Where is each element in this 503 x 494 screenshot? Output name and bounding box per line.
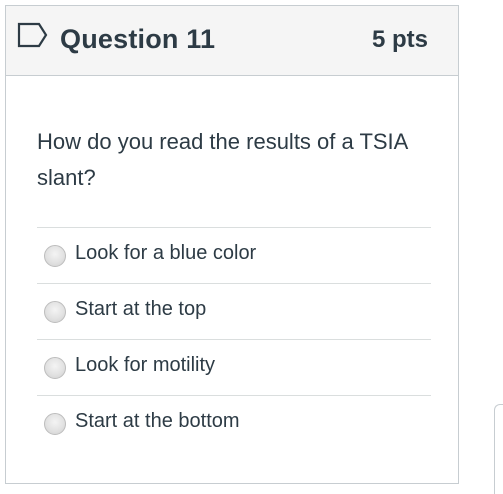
answer-label[interactable]: Look for motility	[75, 354, 215, 377]
answer-list: Look for a blue color Start at the top L…	[37, 227, 431, 451]
question-points: 5 pts	[371, 26, 428, 53]
question-text: How do you read the results of a TSIA sl…	[37, 129, 408, 190]
answer-option-2[interactable]: Start at the top	[37, 283, 431, 339]
answer-option-3[interactable]: Look for motility	[37, 339, 431, 395]
radio-button[interactable]	[44, 413, 66, 435]
answer-option-1[interactable]: Look for a blue color	[37, 227, 431, 283]
radio-button[interactable]	[44, 357, 66, 379]
answer-option-4[interactable]: Start at the bottom	[37, 395, 431, 451]
radio-button[interactable]	[44, 301, 66, 323]
question-card: Question 11 5 pts How do you read the re…	[5, 5, 459, 484]
answer-label[interactable]: Start at the top	[75, 298, 206, 321]
answer-label[interactable]: Look for a blue color	[75, 242, 256, 265]
question-title: Question 11	[60, 24, 216, 54]
radio-button[interactable]	[44, 245, 66, 267]
question-header: Question 11 5 pts	[6, 6, 458, 76]
answer-label[interactable]: Start at the bottom	[75, 410, 240, 433]
adjacent-panel-edge	[494, 404, 503, 494]
flag-outline-icon[interactable]	[17, 22, 49, 48]
